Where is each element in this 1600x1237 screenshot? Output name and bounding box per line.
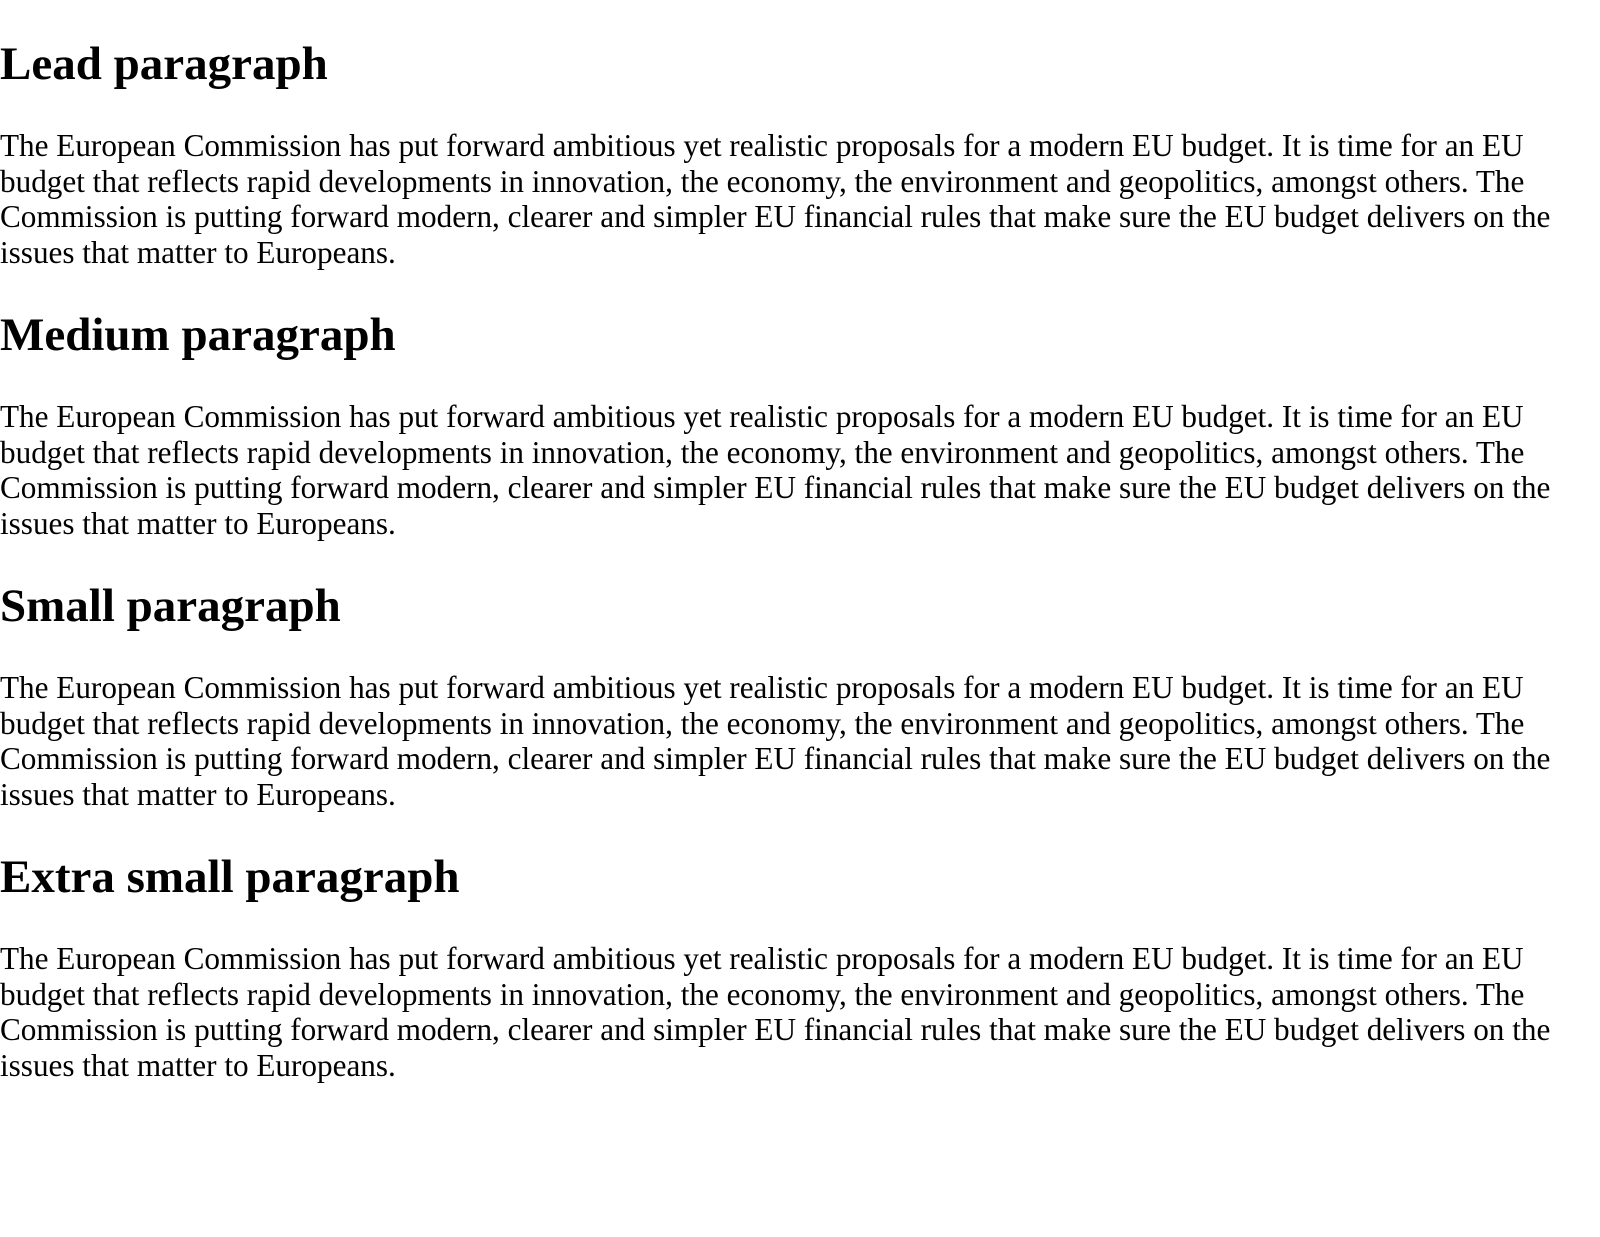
document-page: Lead paragraph The European Commission h…: [0, 37, 1600, 1083]
medium-paragraph-section: Medium paragraph The European Commission…: [0, 308, 1600, 541]
medium-paragraph-text: The European Commission has put forward …: [0, 399, 1551, 541]
section-heading: Lead paragraph: [0, 38, 328, 90]
small-paragraph-text: The European Commission has put forward …: [0, 670, 1551, 812]
extra-small-paragraph-section: Extra small paragraph The European Commi…: [0, 850, 1600, 1083]
section-heading: Medium paragraph: [0, 309, 396, 361]
section-heading: Extra small paragraph: [0, 851, 460, 903]
small-paragraph-section: Small paragraph The European Commission …: [0, 579, 1600, 812]
extra-small-paragraph-text: The European Commission has put forward …: [0, 941, 1551, 1083]
section-heading: Small paragraph: [0, 580, 341, 632]
lead-paragraph-text: The European Commission has put forward …: [0, 128, 1551, 270]
lead-paragraph-section: Lead paragraph The European Commission h…: [0, 37, 1600, 270]
